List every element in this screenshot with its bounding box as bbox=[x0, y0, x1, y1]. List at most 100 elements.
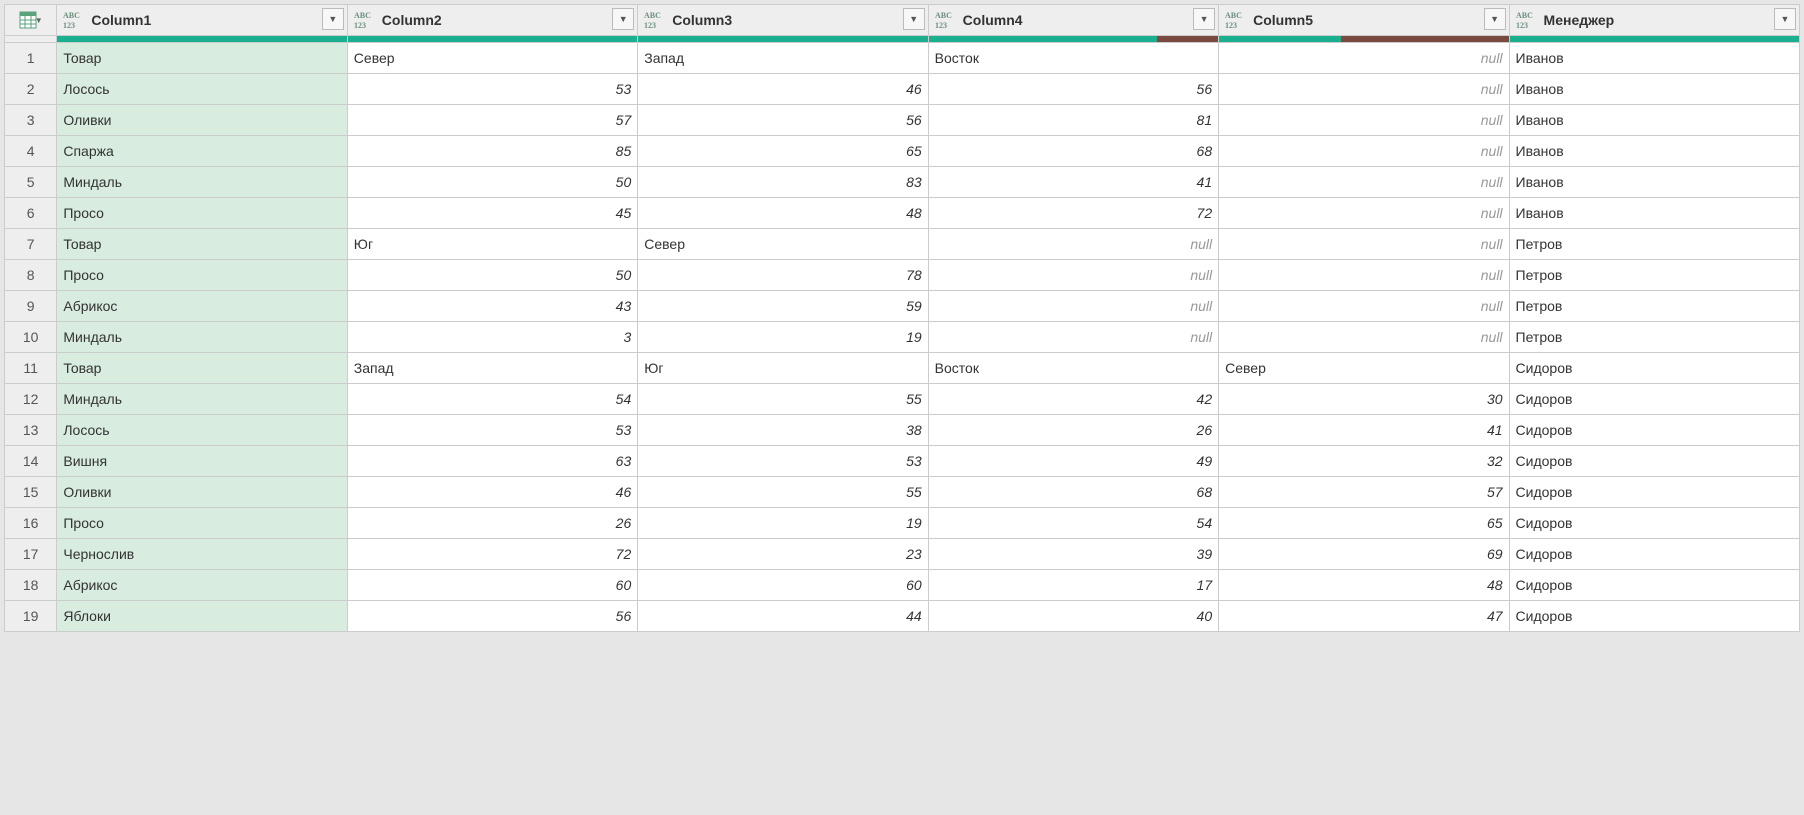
table-row[interactable]: 4Спаржа856568nullИванов bbox=[5, 136, 1800, 167]
row-number[interactable]: 6 bbox=[5, 198, 57, 229]
cell[interactable]: 54 bbox=[347, 384, 637, 415]
cell[interactable]: null bbox=[1219, 291, 1509, 322]
cell[interactable]: 45 bbox=[347, 198, 637, 229]
cell[interactable]: 60 bbox=[638, 570, 928, 601]
cell[interactable]: null bbox=[928, 229, 1218, 260]
column-header[interactable]: ABC123Column4▼ bbox=[928, 5, 1218, 36]
cell[interactable]: 43 bbox=[347, 291, 637, 322]
row-number[interactable]: 19 bbox=[5, 601, 57, 632]
cell[interactable]: 48 bbox=[1219, 570, 1509, 601]
cell[interactable]: 53 bbox=[638, 446, 928, 477]
cell[interactable]: Миндаль bbox=[57, 167, 347, 198]
cell[interactable]: 19 bbox=[638, 322, 928, 353]
row-number[interactable]: 9 bbox=[5, 291, 57, 322]
cell[interactable]: Сидоров bbox=[1509, 446, 1799, 477]
column-filter-button[interactable]: ▼ bbox=[322, 8, 344, 30]
column-header[interactable]: ABC123Column5▼ bbox=[1219, 5, 1509, 36]
cell[interactable]: 48 bbox=[638, 198, 928, 229]
table-row[interactable]: 16Просо26195465Сидоров bbox=[5, 508, 1800, 539]
datatype-any-icon[interactable]: ABC123 bbox=[935, 10, 957, 30]
cell[interactable]: 23 bbox=[638, 539, 928, 570]
row-number[interactable]: 18 bbox=[5, 570, 57, 601]
cell[interactable]: Юг bbox=[638, 353, 928, 384]
cell[interactable]: 40 bbox=[928, 601, 1218, 632]
cell[interactable]: 17 bbox=[928, 570, 1218, 601]
cell[interactable]: Спаржа bbox=[57, 136, 347, 167]
cell[interactable]: Иванов bbox=[1509, 136, 1799, 167]
cell[interactable]: 41 bbox=[1219, 415, 1509, 446]
table-row[interactable]: 10Миндаль319nullnullПетров bbox=[5, 322, 1800, 353]
cell[interactable]: null bbox=[1219, 136, 1509, 167]
cell[interactable]: Оливки bbox=[57, 477, 347, 508]
cell[interactable]: 69 bbox=[1219, 539, 1509, 570]
cell[interactable]: null bbox=[1219, 229, 1509, 260]
cell[interactable]: Товар bbox=[57, 43, 347, 74]
cell[interactable]: 72 bbox=[347, 539, 637, 570]
cell[interactable]: Яблоки bbox=[57, 601, 347, 632]
cell[interactable]: Запад bbox=[347, 353, 637, 384]
cell[interactable]: 68 bbox=[928, 477, 1218, 508]
cell[interactable]: 56 bbox=[928, 74, 1218, 105]
cell[interactable]: 50 bbox=[347, 167, 637, 198]
cell[interactable]: Сидоров bbox=[1509, 570, 1799, 601]
cell[interactable]: 78 bbox=[638, 260, 928, 291]
cell[interactable]: null bbox=[928, 291, 1218, 322]
cell[interactable]: 46 bbox=[638, 74, 928, 105]
cell[interactable]: 54 bbox=[928, 508, 1218, 539]
cell[interactable]: Сидоров bbox=[1509, 384, 1799, 415]
cell[interactable]: Петров bbox=[1509, 229, 1799, 260]
cell[interactable]: Оливки bbox=[57, 105, 347, 136]
cell[interactable]: 53 bbox=[347, 415, 637, 446]
cell[interactable]: 65 bbox=[1219, 508, 1509, 539]
cell[interactable]: 39 bbox=[928, 539, 1218, 570]
cell[interactable]: 26 bbox=[928, 415, 1218, 446]
cell[interactable]: null bbox=[1219, 322, 1509, 353]
cell[interactable]: Вишня bbox=[57, 446, 347, 477]
cell[interactable]: Петров bbox=[1509, 260, 1799, 291]
cell[interactable]: 49 bbox=[928, 446, 1218, 477]
table-row[interactable]: 14Вишня63534932Сидоров bbox=[5, 446, 1800, 477]
cell[interactable]: Сидоров bbox=[1509, 601, 1799, 632]
cell[interactable]: 30 bbox=[1219, 384, 1509, 415]
cell[interactable]: 57 bbox=[1219, 477, 1509, 508]
cell[interactable]: Лосось bbox=[57, 74, 347, 105]
cell[interactable]: Сидоров bbox=[1509, 539, 1799, 570]
cell[interactable]: Иванов bbox=[1509, 198, 1799, 229]
row-number[interactable]: 16 bbox=[5, 508, 57, 539]
datatype-any-icon[interactable]: ABC123 bbox=[644, 10, 666, 30]
cell[interactable]: 53 bbox=[347, 74, 637, 105]
table-row[interactable]: 7ТоварЮгСеверnullnullПетров bbox=[5, 229, 1800, 260]
datatype-any-icon[interactable]: ABC123 bbox=[63, 10, 85, 30]
cell[interactable]: 44 bbox=[638, 601, 928, 632]
column-header[interactable]: ABC123Column3▼ bbox=[638, 5, 928, 36]
column-filter-button[interactable]: ▼ bbox=[903, 8, 925, 30]
cell[interactable]: 46 bbox=[347, 477, 637, 508]
cell[interactable]: 81 bbox=[928, 105, 1218, 136]
cell[interactable]: 55 bbox=[638, 477, 928, 508]
row-number[interactable]: 7 bbox=[5, 229, 57, 260]
table-row[interactable]: 12Миндаль54554230Сидоров bbox=[5, 384, 1800, 415]
cell[interactable]: Восток bbox=[928, 43, 1218, 74]
cell[interactable]: 38 bbox=[638, 415, 928, 446]
column-filter-button[interactable]: ▼ bbox=[1774, 8, 1796, 30]
column-header[interactable]: ABC123Column2▼ bbox=[347, 5, 637, 36]
cell[interactable]: Иванов bbox=[1509, 74, 1799, 105]
cell[interactable]: null bbox=[1219, 198, 1509, 229]
row-number[interactable]: 5 bbox=[5, 167, 57, 198]
table-row[interactable]: 5Миндаль508341nullИванов bbox=[5, 167, 1800, 198]
row-number[interactable]: 2 bbox=[5, 74, 57, 105]
cell[interactable]: 50 bbox=[347, 260, 637, 291]
row-number[interactable]: 12 bbox=[5, 384, 57, 415]
cell[interactable]: 59 bbox=[638, 291, 928, 322]
cell[interactable]: Сидоров bbox=[1509, 508, 1799, 539]
column-filter-button[interactable]: ▼ bbox=[1484, 8, 1506, 30]
cell[interactable]: null bbox=[928, 322, 1218, 353]
cell[interactable]: Миндаль bbox=[57, 322, 347, 353]
cell[interactable]: Север bbox=[347, 43, 637, 74]
cell[interactable]: Петров bbox=[1509, 322, 1799, 353]
row-number[interactable]: 11 bbox=[5, 353, 57, 384]
cell[interactable]: null bbox=[1219, 105, 1509, 136]
cell[interactable]: 57 bbox=[347, 105, 637, 136]
table-row[interactable]: 15Оливки46556857Сидоров bbox=[5, 477, 1800, 508]
cell[interactable]: null bbox=[1219, 43, 1509, 74]
